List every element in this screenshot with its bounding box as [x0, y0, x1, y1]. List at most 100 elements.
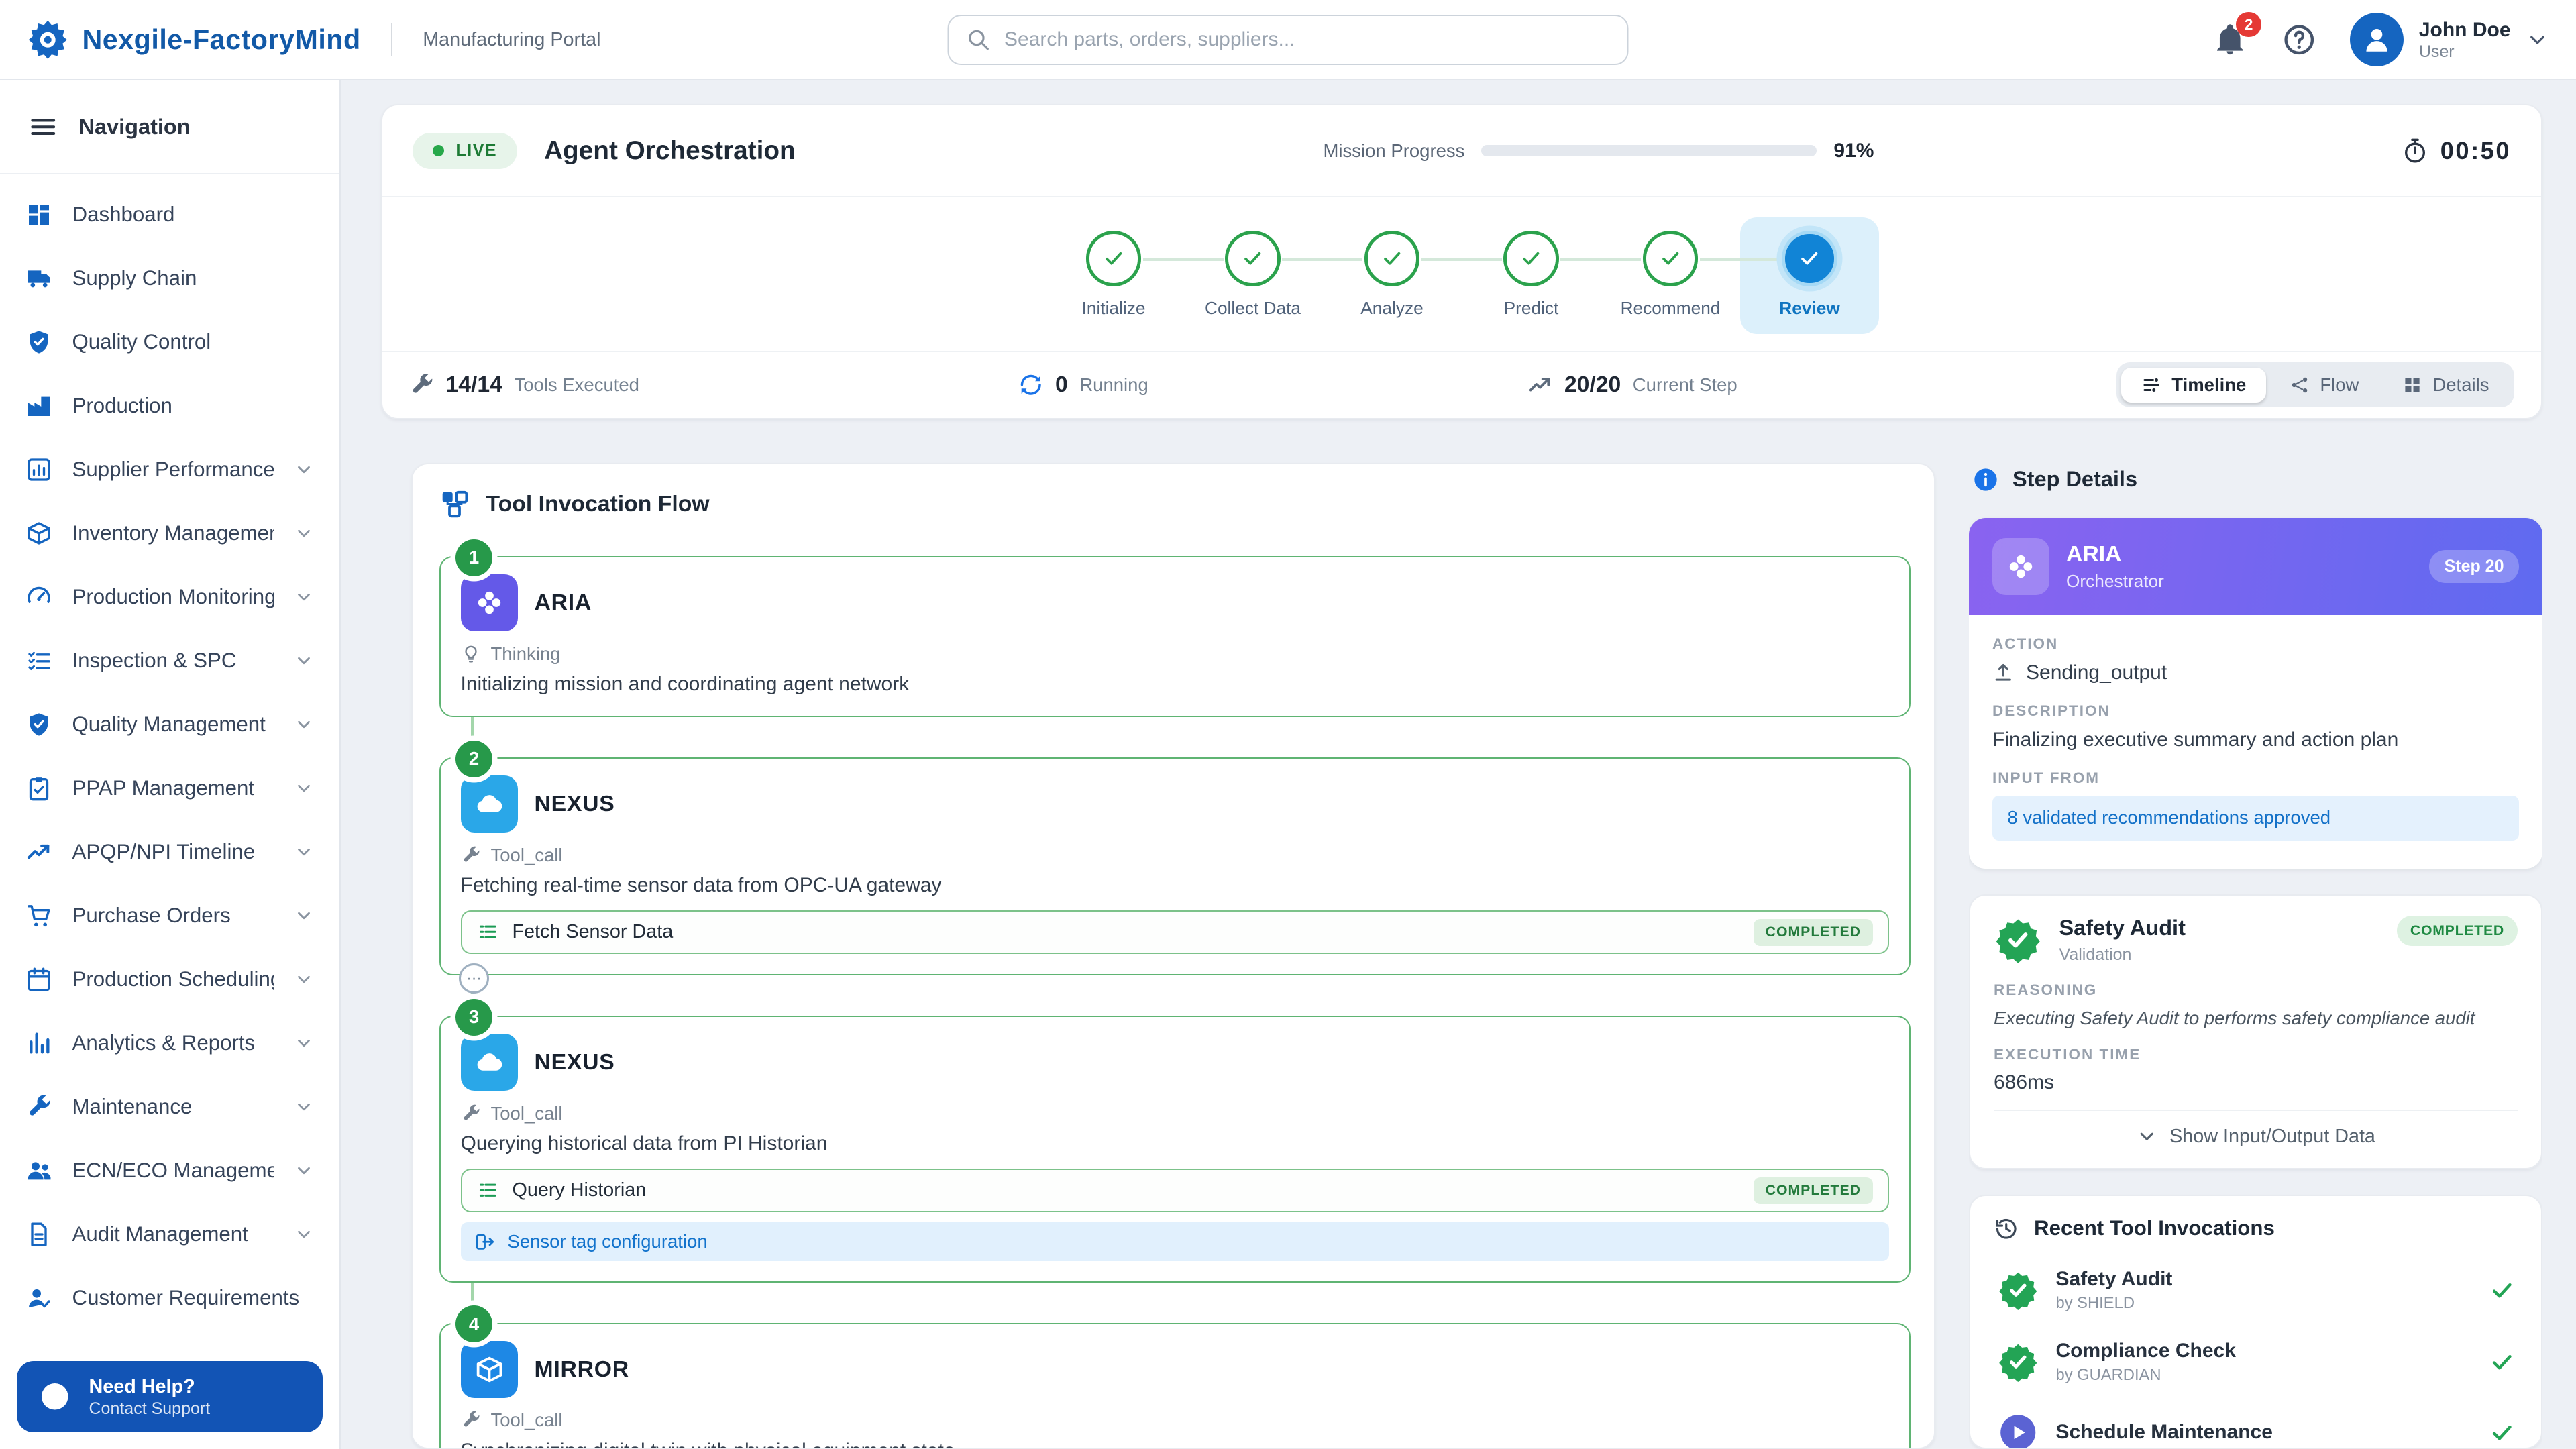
- sidebar-item[interactable]: Quality Control: [0, 311, 339, 374]
- tool-result-row[interactable]: Fetch Sensor Data COMPLETED: [461, 910, 1890, 954]
- stepper-step[interactable]: Analyze: [1322, 217, 1462, 334]
- flow-step-card[interactable]: 4 MIRROR Tool_call Synchronizing digital…: [439, 1323, 1911, 1448]
- current-step-value: 20/20: [1564, 372, 1621, 398]
- tool-name: Query Historian: [513, 1179, 647, 1201]
- menu-icon[interactable]: [29, 113, 58, 142]
- view-label: Timeline: [2171, 374, 2246, 396]
- invocation-name: Safety Audit: [2056, 1268, 2173, 1291]
- sidebar-item[interactable]: Purchase Orders: [0, 884, 339, 948]
- sidebar-item[interactable]: ECN/ECO Management: [0, 1139, 339, 1203]
- sidebar-item[interactable]: Dashboard: [0, 183, 339, 247]
- sidebar-item[interactable]: Supply Chain: [0, 247, 339, 311]
- sidebar-item-label: PPAP Management: [72, 776, 274, 800]
- invocation-status-icon: [1997, 1341, 2039, 1383]
- brand-subtitle: Manufacturing Portal: [423, 29, 600, 51]
- wrench-icon: [409, 372, 435, 398]
- page-title: Agent Orchestration: [544, 136, 796, 166]
- recent-invocation-item[interactable]: Schedule Maintenance: [1994, 1398, 2518, 1449]
- agent-card-body: ACTION Sending_output DESCRIPTION Finali…: [1969, 615, 2542, 869]
- agent-card-header: ARIA Orchestrator Step 20: [1969, 518, 2542, 615]
- chevron-down-icon: [294, 778, 314, 798]
- sidebar-item-label: Inspection & SPC: [72, 649, 274, 673]
- step-check-icon: [1643, 231, 1699, 286]
- orchestration-header: LIVE Agent Orchestration Mission Progres…: [382, 105, 2542, 196]
- collapse-node[interactable]: ⋯: [459, 963, 489, 994]
- stepper-step[interactable]: Initialize: [1044, 217, 1183, 334]
- agent-row: ARIA: [461, 574, 1890, 631]
- step-number-badge: 3: [455, 999, 492, 1036]
- recent-invocation-item[interactable]: Safety Audit by SHIELD: [1994, 1254, 2518, 1326]
- nav-icon: [25, 329, 52, 356]
- input-from-label: INPUT FROM: [1992, 769, 2519, 787]
- nav-icon: [25, 711, 52, 738]
- mission-progress-label: Mission Progress: [1324, 140, 1465, 162]
- sidebar-item-label: Audit Management: [72, 1222, 274, 1246]
- sidebar-item-label: Production Scheduling: [72, 967, 274, 991]
- sidebar-item[interactable]: Inventory Management: [0, 502, 339, 566]
- search-input[interactable]: [1004, 28, 1611, 51]
- agent-row: NEXUS: [461, 775, 1890, 833]
- tool-result-row[interactable]: Query Historian COMPLETED: [461, 1169, 1890, 1212]
- agent-icon: [1992, 538, 2049, 595]
- sidebar-item[interactable]: Production: [0, 374, 339, 438]
- sidebar-item[interactable]: Production Scheduling: [0, 948, 339, 1012]
- sidebar-item[interactable]: Maintenance: [0, 1075, 339, 1139]
- input-from-value[interactable]: 8 validated recommendations approved: [1992, 796, 2519, 841]
- flow-step-card[interactable]: 1 ARIA Thinking Initializing mission and…: [439, 556, 1911, 717]
- agent-name: MIRROR: [535, 1356, 629, 1383]
- sidebar-item[interactable]: APQP/NPI Timeline: [0, 820, 339, 884]
- view-icon: [2141, 375, 2161, 395]
- sidebar-item[interactable]: Audit Management: [0, 1203, 339, 1267]
- person-icon: [2360, 23, 2394, 56]
- tool-status-badge: COMPLETED: [1754, 1177, 1872, 1204]
- tools-executed-value: 14/14: [446, 372, 502, 398]
- notifications-button[interactable]: 2: [2212, 22, 2248, 58]
- step-type-icon: [461, 644, 481, 664]
- invocation-agent: by GUARDIAN: [2056, 1366, 2236, 1385]
- brand-name: Nexgile-FactoryMind: [83, 24, 361, 56]
- live-dot: [433, 145, 445, 157]
- view-tab[interactable]: Details: [2382, 368, 2509, 402]
- sidebar-item[interactable]: Quality Management: [0, 693, 339, 757]
- brand[interactable]: Nexgile-FactoryMind Manufacturing Portal: [27, 19, 600, 61]
- view-icon: [2402, 375, 2422, 395]
- mission-stepper: Initialize Collect Data Analyze: [382, 196, 2542, 351]
- show-io-toggle[interactable]: Show Input/Output Data: [1994, 1110, 2518, 1155]
- chevron-down-icon: [294, 460, 314, 480]
- sidebar-item[interactable]: PPAP Management: [0, 757, 339, 820]
- sidebar-item[interactable]: Customer Requirements: [0, 1267, 339, 1330]
- view-tab[interactable]: Timeline: [2121, 368, 2266, 402]
- stepper-step[interactable]: Recommend: [1601, 217, 1740, 334]
- sidebar-item[interactable]: Analytics & Reports: [0, 1012, 339, 1075]
- user-menu[interactable]: John Doe User: [2350, 13, 2549, 66]
- view-tab[interactable]: Flow: [2269, 368, 2379, 402]
- recent-invocation-item[interactable]: Compliance Check by GUARDIAN: [1994, 1326, 2518, 1398]
- step-number-badge: Step 20: [2429, 550, 2519, 583]
- invocation-name: Compliance Check: [2056, 1340, 2236, 1362]
- sidebar-item[interactable]: Inspection & SPC: [0, 629, 339, 693]
- tool-detail-card: Safety Audit Validation COMPLETED REASON…: [1969, 894, 2542, 1170]
- help-pill[interactable]: Need Help? Contact Support: [17, 1361, 323, 1432]
- sidebar-item[interactable]: Production Monitoring: [0, 566, 339, 629]
- sidebar-item-label: Maintenance: [72, 1095, 274, 1119]
- help-button[interactable]: [2282, 22, 2317, 58]
- stepper-step[interactable]: Review: [1740, 217, 1880, 334]
- sidebar-item[interactable]: Supplier Performance: [0, 438, 339, 502]
- chevron-down-icon: [294, 1224, 314, 1244]
- agent-row: MIRROR: [461, 1341, 1890, 1398]
- stepper-step[interactable]: Collect Data: [1183, 217, 1323, 334]
- help-icon: [2282, 22, 2317, 58]
- mission-progress-bar: [1481, 145, 1817, 157]
- action-value: Sending_output: [2026, 661, 2167, 684]
- chevron-down-icon: [294, 523, 314, 543]
- stat-running: 0 Running: [1018, 372, 1148, 398]
- tool-input-link[interactable]: Sensor tag configuration: [461, 1222, 1890, 1261]
- nav-icon: [25, 201, 52, 228]
- global-search[interactable]: [948, 15, 1629, 65]
- refresh-icon: [1018, 372, 1044, 398]
- tool-status-badge: COMPLETED: [1754, 919, 1872, 946]
- sidebar-item-label: Production: [72, 394, 315, 418]
- flow-step-card[interactable]: 2 NEXUS Tool_call Fetching real-time sen…: [439, 757, 1911, 975]
- flow-step-card[interactable]: ⋯ 3 NEXUS Tool_call Queryi: [439, 1016, 1911, 1283]
- stepper-step[interactable]: Predict: [1462, 217, 1601, 334]
